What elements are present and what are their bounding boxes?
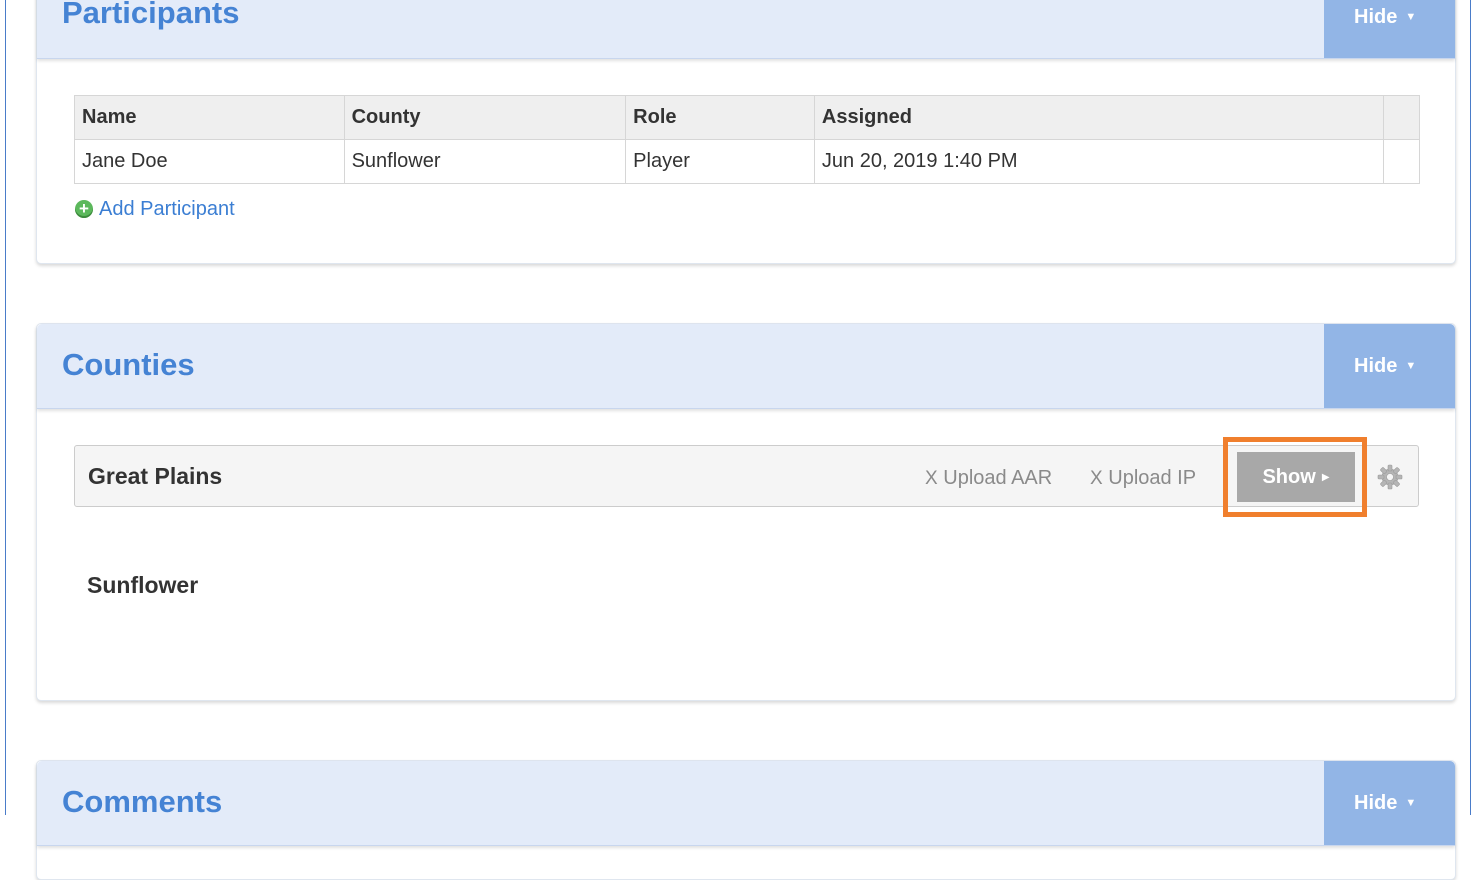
comments-title: Comments xyxy=(62,784,223,819)
hide-label: Hide xyxy=(1354,355,1398,377)
comments-hide-button[interactable]: Hide ▼ xyxy=(1324,761,1455,845)
participants-hide-button[interactable]: Hide ▼ xyxy=(1324,0,1455,58)
x-icon: X xyxy=(925,468,938,489)
table-row: Jane Doe Sunflower Player Jun 20, 2019 1… xyxy=(74,139,1420,184)
sub-county-name: Sunflower xyxy=(87,572,199,598)
counties-hide-button[interactable]: Hide ▼ xyxy=(1324,324,1455,408)
hide-label: Hide xyxy=(1354,792,1398,814)
add-participant-link[interactable]: + Add Participant xyxy=(75,198,235,221)
caret-right-icon: ▶ xyxy=(1321,472,1330,483)
gear-icon[interactable] xyxy=(1376,463,1404,491)
caret-down-icon: ▼ xyxy=(1405,360,1417,372)
comments-panel-header: Comments Hide ▼ xyxy=(37,761,1455,846)
hide-label: Hide xyxy=(1354,6,1398,28)
caret-down-icon: ▼ xyxy=(1405,11,1417,23)
column-header-actions xyxy=(1383,95,1420,140)
counties-panel: Counties Hide ▼ Great Plains X Upload AAR… xyxy=(36,323,1456,701)
counties-panel-header: Counties Hide ▼ xyxy=(37,324,1455,409)
show-label: Show xyxy=(1262,466,1316,488)
add-circle-icon: + xyxy=(75,200,93,218)
participants-panel: Participants Hide ▼ Name County Role Assi… xyxy=(36,0,1456,264)
upload-ip-link[interactable]: X Upload IP xyxy=(1090,446,1196,511)
participant-assigned: Jun 20, 2019 1:40 PM xyxy=(813,139,1385,184)
x-icon: X xyxy=(1090,468,1103,489)
county-card-header: Great Plains X Upload AAR X Upload IP Sh… xyxy=(74,437,1419,517)
county-name: Great Plains xyxy=(88,463,223,489)
counties-title: Counties xyxy=(62,347,195,382)
upload-ip-label: Upload IP xyxy=(1108,467,1197,489)
upload-aar-label: Upload AAR xyxy=(943,467,1053,489)
participant-county: Sunflower xyxy=(343,139,627,184)
upload-aar-link[interactable]: X Upload AAR xyxy=(925,446,1052,511)
page-frame: Participants Hide ▼ Name County Role Assi… xyxy=(5,0,1471,880)
column-header-name[interactable]: Name xyxy=(74,95,345,140)
caret-down-icon: ▼ xyxy=(1405,797,1417,809)
participants-panel-header: Participants Hide ▼ xyxy=(37,0,1455,59)
comments-panel: Comments Hide ▼ xyxy=(36,760,1456,880)
column-header-county[interactable]: County xyxy=(343,95,627,140)
participants-title: Participants xyxy=(62,0,240,30)
participant-actions xyxy=(1383,139,1420,184)
column-header-assigned[interactable]: Assigned xyxy=(813,95,1385,140)
show-button[interactable]: Show ▶ xyxy=(1237,452,1355,502)
column-header-role[interactable]: Role xyxy=(625,95,815,140)
add-participant-label: Add Participant xyxy=(99,198,235,220)
participant-name: Jane Doe xyxy=(74,139,345,184)
table-header-row: Name County Role Assigned xyxy=(74,95,1420,140)
participants-table: Name County Role Assigned Jane Doe Sunfl… xyxy=(74,95,1420,184)
participant-role: Player xyxy=(625,139,815,184)
